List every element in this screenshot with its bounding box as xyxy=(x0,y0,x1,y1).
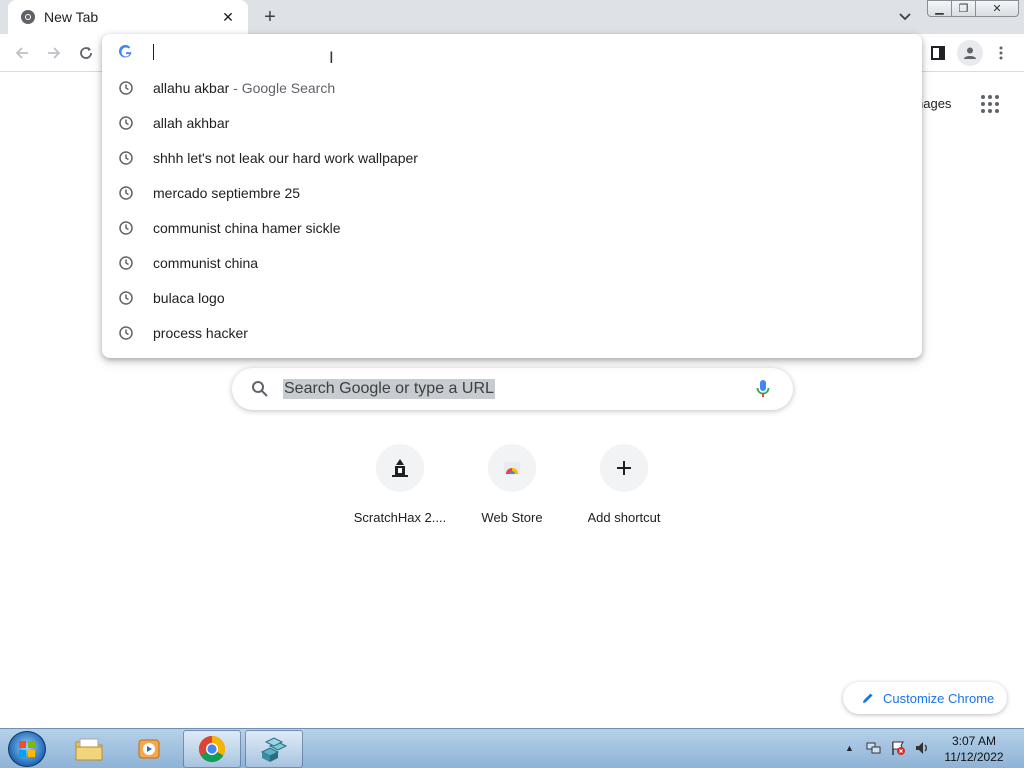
forward-button[interactable] xyxy=(42,41,66,65)
suggestion-text: communist china hamer sickle xyxy=(153,219,341,236)
history-clock-icon xyxy=(118,115,134,131)
windows-logo-icon xyxy=(19,741,35,757)
window-restore-button[interactable]: ❐ xyxy=(951,0,976,17)
tab-strip: New Tab ✕ + ▁ ❐ ✕ xyxy=(0,0,1024,34)
history-clock-icon xyxy=(118,185,134,201)
taskbar-chrome[interactable] xyxy=(183,730,241,768)
windows-taskbar: ▲ 3:07 AM 11/12/2022 xyxy=(0,728,1024,768)
shortcut-web-store[interactable]: Web Store xyxy=(456,444,568,534)
tray-expand-icon[interactable]: ▲ xyxy=(845,743,854,753)
side-panel-button[interactable] xyxy=(926,41,950,65)
shortcut-label: ScratchHax 2.... xyxy=(353,510,447,525)
text-caret xyxy=(153,44,154,60)
back-button[interactable] xyxy=(10,41,34,65)
history-clock-icon xyxy=(118,220,134,236)
ntp-search-box[interactable]: Search Google or type a URL xyxy=(232,368,793,410)
history-clock-icon xyxy=(118,150,134,166)
volume-icon[interactable] xyxy=(914,740,930,756)
add-shortcut-button[interactable]: Add shortcut xyxy=(568,444,680,534)
customize-chrome-button[interactable]: Customize Chrome xyxy=(843,682,1007,714)
tab-new-tab[interactable]: New Tab ✕ xyxy=(8,0,248,34)
chrome-menu-button[interactable] xyxy=(991,41,1011,65)
history-clock-icon xyxy=(118,290,134,306)
taskbar-file-explorer[interactable] xyxy=(60,730,118,768)
arrow-right-icon xyxy=(48,47,61,59)
omnibox-dropdown: I allahu akbar - Google Search allah akh… xyxy=(102,34,922,358)
microphone-icon[interactable] xyxy=(756,379,770,399)
tab-search-button[interactable] xyxy=(893,6,917,28)
media-player-icon xyxy=(138,739,160,759)
suggestion-item[interactable]: communist china xyxy=(102,245,922,280)
reload-button[interactable] xyxy=(74,41,98,65)
shortcut-label: Web Store xyxy=(481,510,543,525)
folder-icon xyxy=(75,738,103,761)
kebab-menu-icon xyxy=(999,46,1003,60)
profile-avatar-button[interactable] xyxy=(957,40,983,66)
shortcut-scratchhax[interactable]: ScratchHax 2.... xyxy=(344,444,456,534)
arrow-left-icon xyxy=(15,47,28,59)
suggestion-list: allahu akbar - Google Search allah akhba… xyxy=(102,70,922,350)
history-clock-icon xyxy=(118,80,134,96)
history-clock-icon xyxy=(118,255,134,271)
suggestion-text: mercado septiembre 25 xyxy=(153,184,301,201)
apps-grid-icon xyxy=(981,95,999,113)
suggestion-description: - Google Search xyxy=(229,79,336,96)
google-apps-button[interactable] xyxy=(980,94,1000,114)
suggestion-text: communist china xyxy=(153,254,259,271)
clock-date: 11/12/2022 xyxy=(944,750,1004,764)
suggestion-item[interactable]: allah akhbar xyxy=(102,105,922,140)
web-store-icon xyxy=(488,444,536,492)
suggestion-text: shhh let's not leak our hard work wallpa… xyxy=(153,149,418,166)
taskbar-registry-editor[interactable] xyxy=(245,730,303,768)
suggestion-item[interactable]: process hacker xyxy=(102,315,922,350)
suggestion-item[interactable]: mercado septiembre 25 xyxy=(102,175,922,210)
chrome-logo-icon xyxy=(198,735,226,763)
suggestion-text: bulaca logo xyxy=(153,289,225,306)
suggestion-item[interactable]: bulaca logo xyxy=(102,280,922,315)
omnibox-row: I xyxy=(102,34,922,70)
suggestion-item[interactable]: communist china hamer sickle xyxy=(102,210,922,245)
reload-icon xyxy=(80,47,92,59)
taskbar-clock[interactable]: 3:07 AM 11/12/2022 xyxy=(938,733,1010,765)
history-clock-icon xyxy=(118,325,134,341)
clock-time: 3:07 AM xyxy=(951,734,997,748)
window-minimize-button[interactable]: ▁ xyxy=(927,0,952,17)
ibeam-cursor-icon: I xyxy=(329,48,334,67)
pencil-icon xyxy=(863,693,873,703)
suggestion-text: allahu akbar xyxy=(153,79,230,96)
suggestion-item[interactable]: shhh let's not leak our hard work wallpa… xyxy=(102,140,922,175)
suggestion-text: process hacker xyxy=(153,324,248,341)
shortcut-label: Add shortcut xyxy=(587,510,661,525)
new-tab-button[interactable]: + xyxy=(258,5,282,29)
person-icon xyxy=(964,47,976,59)
window-close-button[interactable]: ✕ xyxy=(975,0,1019,17)
customize-label: Customize Chrome xyxy=(883,690,995,706)
search-placeholder: Search Google or type a URL xyxy=(283,379,495,399)
plus-icon xyxy=(600,444,648,492)
network-icon[interactable] xyxy=(866,740,882,756)
chevron-down-icon xyxy=(899,13,911,21)
side-panel-icon xyxy=(931,46,945,60)
tab-close-icon[interactable]: ✕ xyxy=(220,9,236,25)
scratchhax-icon xyxy=(376,444,424,492)
omnibox-input[interactable] xyxy=(152,42,892,62)
action-center-flag-icon[interactable] xyxy=(890,740,906,756)
taskbar-media-player[interactable] xyxy=(120,730,178,768)
suggestion-item[interactable]: allahu akbar - Google Search xyxy=(102,70,922,105)
google-g-icon xyxy=(118,44,134,60)
search-icon xyxy=(251,380,269,398)
chrome-favicon-icon xyxy=(20,9,36,25)
registry-editor-icon xyxy=(260,737,288,762)
suggestion-text: allah akhbar xyxy=(153,114,230,131)
tab-title: New Tab xyxy=(44,9,99,25)
start-button[interactable] xyxy=(8,731,46,767)
